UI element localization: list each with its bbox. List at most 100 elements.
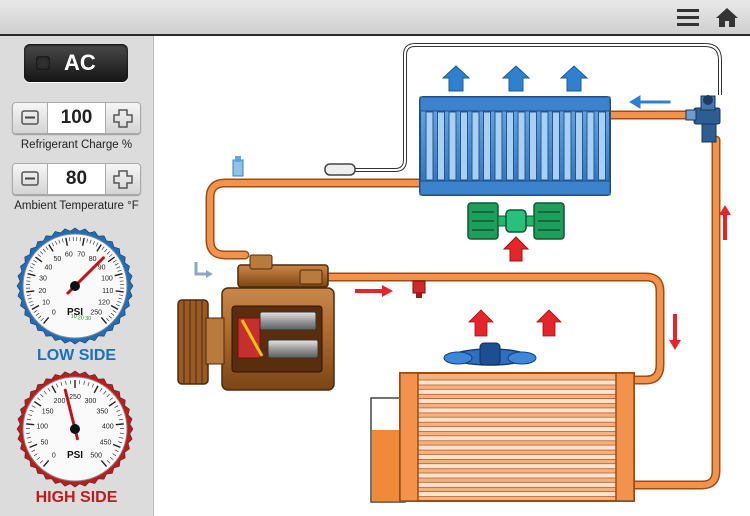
refrigerant-charge-label: Refrigerant Charge % xyxy=(20,139,133,151)
condenser-tube xyxy=(417,426,617,432)
blower-airflow-arrow xyxy=(502,236,530,262)
evaporator-fin xyxy=(494,111,503,181)
ac-toggle-button[interactable]: AC xyxy=(24,44,128,82)
ambient-temperature-value: 80 xyxy=(65,168,88,189)
evaporator-fin xyxy=(552,111,560,181)
expansion-valve xyxy=(685,95,721,143)
gauge-tick-label: 110 xyxy=(102,288,113,295)
condenser-tube xyxy=(417,435,617,442)
gauge-tick-label: 30 xyxy=(39,276,47,283)
gauge-tick-label: 250 xyxy=(69,394,81,401)
condenser-tube xyxy=(417,398,617,405)
gauge-tick-label: 500 xyxy=(90,452,102,459)
ambient-temperature-label: Ambient Temperature °F xyxy=(14,200,139,212)
gauge-unit-label: PSI xyxy=(67,307,83,318)
condenser-tube xyxy=(417,472,617,479)
condenser-tube xyxy=(417,379,617,386)
temperature-decrease-button[interactable] xyxy=(13,164,48,194)
low-side-label: LOW SIDE xyxy=(36,347,117,364)
condenser-tube xyxy=(417,444,617,451)
gauge-hub xyxy=(70,424,80,434)
condenser-fan xyxy=(443,342,537,366)
evaporator-core xyxy=(419,96,611,196)
gauge-tick-label: 50 xyxy=(53,256,61,263)
gauge-tick-label: 350 xyxy=(97,409,109,416)
flow-arrow-into-evaporator xyxy=(629,95,671,109)
gauge-tick-label: 0 xyxy=(52,452,56,459)
gauge-hub xyxy=(70,281,80,291)
refrigerant-decrease-button[interactable] xyxy=(13,103,48,133)
evaporator-fin xyxy=(586,111,595,181)
gauge-tick-label: 300 xyxy=(85,398,97,405)
gauge-tick-label: 60 xyxy=(65,252,73,259)
gauge-tick-label: 450 xyxy=(100,439,112,446)
gauge-tick-label: 20 xyxy=(38,288,46,295)
condenser-tube xyxy=(417,407,617,414)
evaporator-fin xyxy=(425,111,434,181)
gauge-tick-label: 90 xyxy=(98,265,106,272)
flow-arrow-up-liquid-line xyxy=(719,205,731,240)
condenser-core xyxy=(399,372,635,502)
temperature-increase-button[interactable] xyxy=(105,164,140,194)
evaporator-fin xyxy=(598,111,606,181)
gauge-tick-label: 0 xyxy=(52,309,56,316)
gauge-unit-label: PSI xyxy=(67,450,83,461)
condenser-tube xyxy=(417,453,617,460)
minus-icon xyxy=(21,110,39,125)
high-side-pressure-gauge: 050 100 150200250 300350 400 450 500 PSI xyxy=(16,370,134,488)
plus-icon xyxy=(113,170,133,189)
minus-icon xyxy=(21,171,39,186)
evaporator-fin xyxy=(437,111,445,181)
gauge-tick xyxy=(115,290,124,293)
evaporator-fin xyxy=(540,111,549,181)
gauge-tick-label: 250 xyxy=(90,309,102,316)
condenser-tube xyxy=(417,463,617,470)
blower-motor xyxy=(467,202,565,240)
gauge-tick xyxy=(26,423,35,426)
ac-indicator-light xyxy=(36,56,50,70)
gauge-tick-label: 50 xyxy=(41,439,49,446)
high-side-service-port[interactable] xyxy=(412,280,426,298)
flow-arrow-down-discharge xyxy=(669,314,681,350)
low-side-service-port[interactable] xyxy=(232,156,244,177)
ac-system-diagram xyxy=(177,43,731,503)
sensing-bulb xyxy=(324,163,356,176)
evaporator-fin xyxy=(563,111,572,181)
evaporator-fin xyxy=(460,111,468,181)
flow-arrow-discharge xyxy=(355,285,393,297)
condenser-tube xyxy=(417,481,617,488)
gauge-tick-label: 100 xyxy=(36,424,48,431)
gauge-tick-label: 400 xyxy=(102,424,114,431)
home-icon[interactable] xyxy=(714,5,740,29)
evaporator-fin xyxy=(529,111,537,181)
gauge-tick-label: 70 xyxy=(77,252,85,259)
evaporator-fin xyxy=(483,111,491,181)
refrigerant-increase-button[interactable] xyxy=(105,103,140,133)
gauge-tick-label: 150 xyxy=(42,409,54,416)
evaporator-fin xyxy=(471,111,480,181)
hamburger-menu-icon[interactable] xyxy=(675,5,701,29)
plus-icon xyxy=(113,109,133,128)
gauge-tick-label: 120 xyxy=(98,300,110,307)
ambient-temperature-stepper: 80 xyxy=(12,163,141,195)
refrigerant-charge-value: 100 xyxy=(60,107,93,128)
low-side-pressure-gauge: 0102030405060 70809010011012025010 20 30PSI xyxy=(16,227,134,345)
evaporator-fin xyxy=(575,111,583,181)
cool-airflow-arrows xyxy=(441,65,589,92)
gauge-tick-label: 40 xyxy=(44,265,52,272)
high-side-label: HIGH SIDE xyxy=(35,489,118,506)
condenser-heat-arrows xyxy=(468,309,562,337)
evaporator-fin xyxy=(448,111,457,181)
gauge-tick-label: 200 xyxy=(54,398,66,405)
condenser-tube xyxy=(417,388,617,395)
gauge-tick-label: 80 xyxy=(89,256,97,263)
control-sidebar: AC 100 Refrigerant Charge % 80 Ambient T… xyxy=(0,36,154,516)
ac-button-label: AC xyxy=(64,50,96,75)
gauge-tick-label: 100 xyxy=(101,276,113,283)
gauge-tick xyxy=(115,423,124,426)
evaporator-fin xyxy=(517,111,526,181)
top-toolbar xyxy=(0,0,750,36)
evaporator-fin xyxy=(506,111,514,181)
condenser-tube xyxy=(417,491,617,498)
condenser-tube xyxy=(417,416,617,423)
